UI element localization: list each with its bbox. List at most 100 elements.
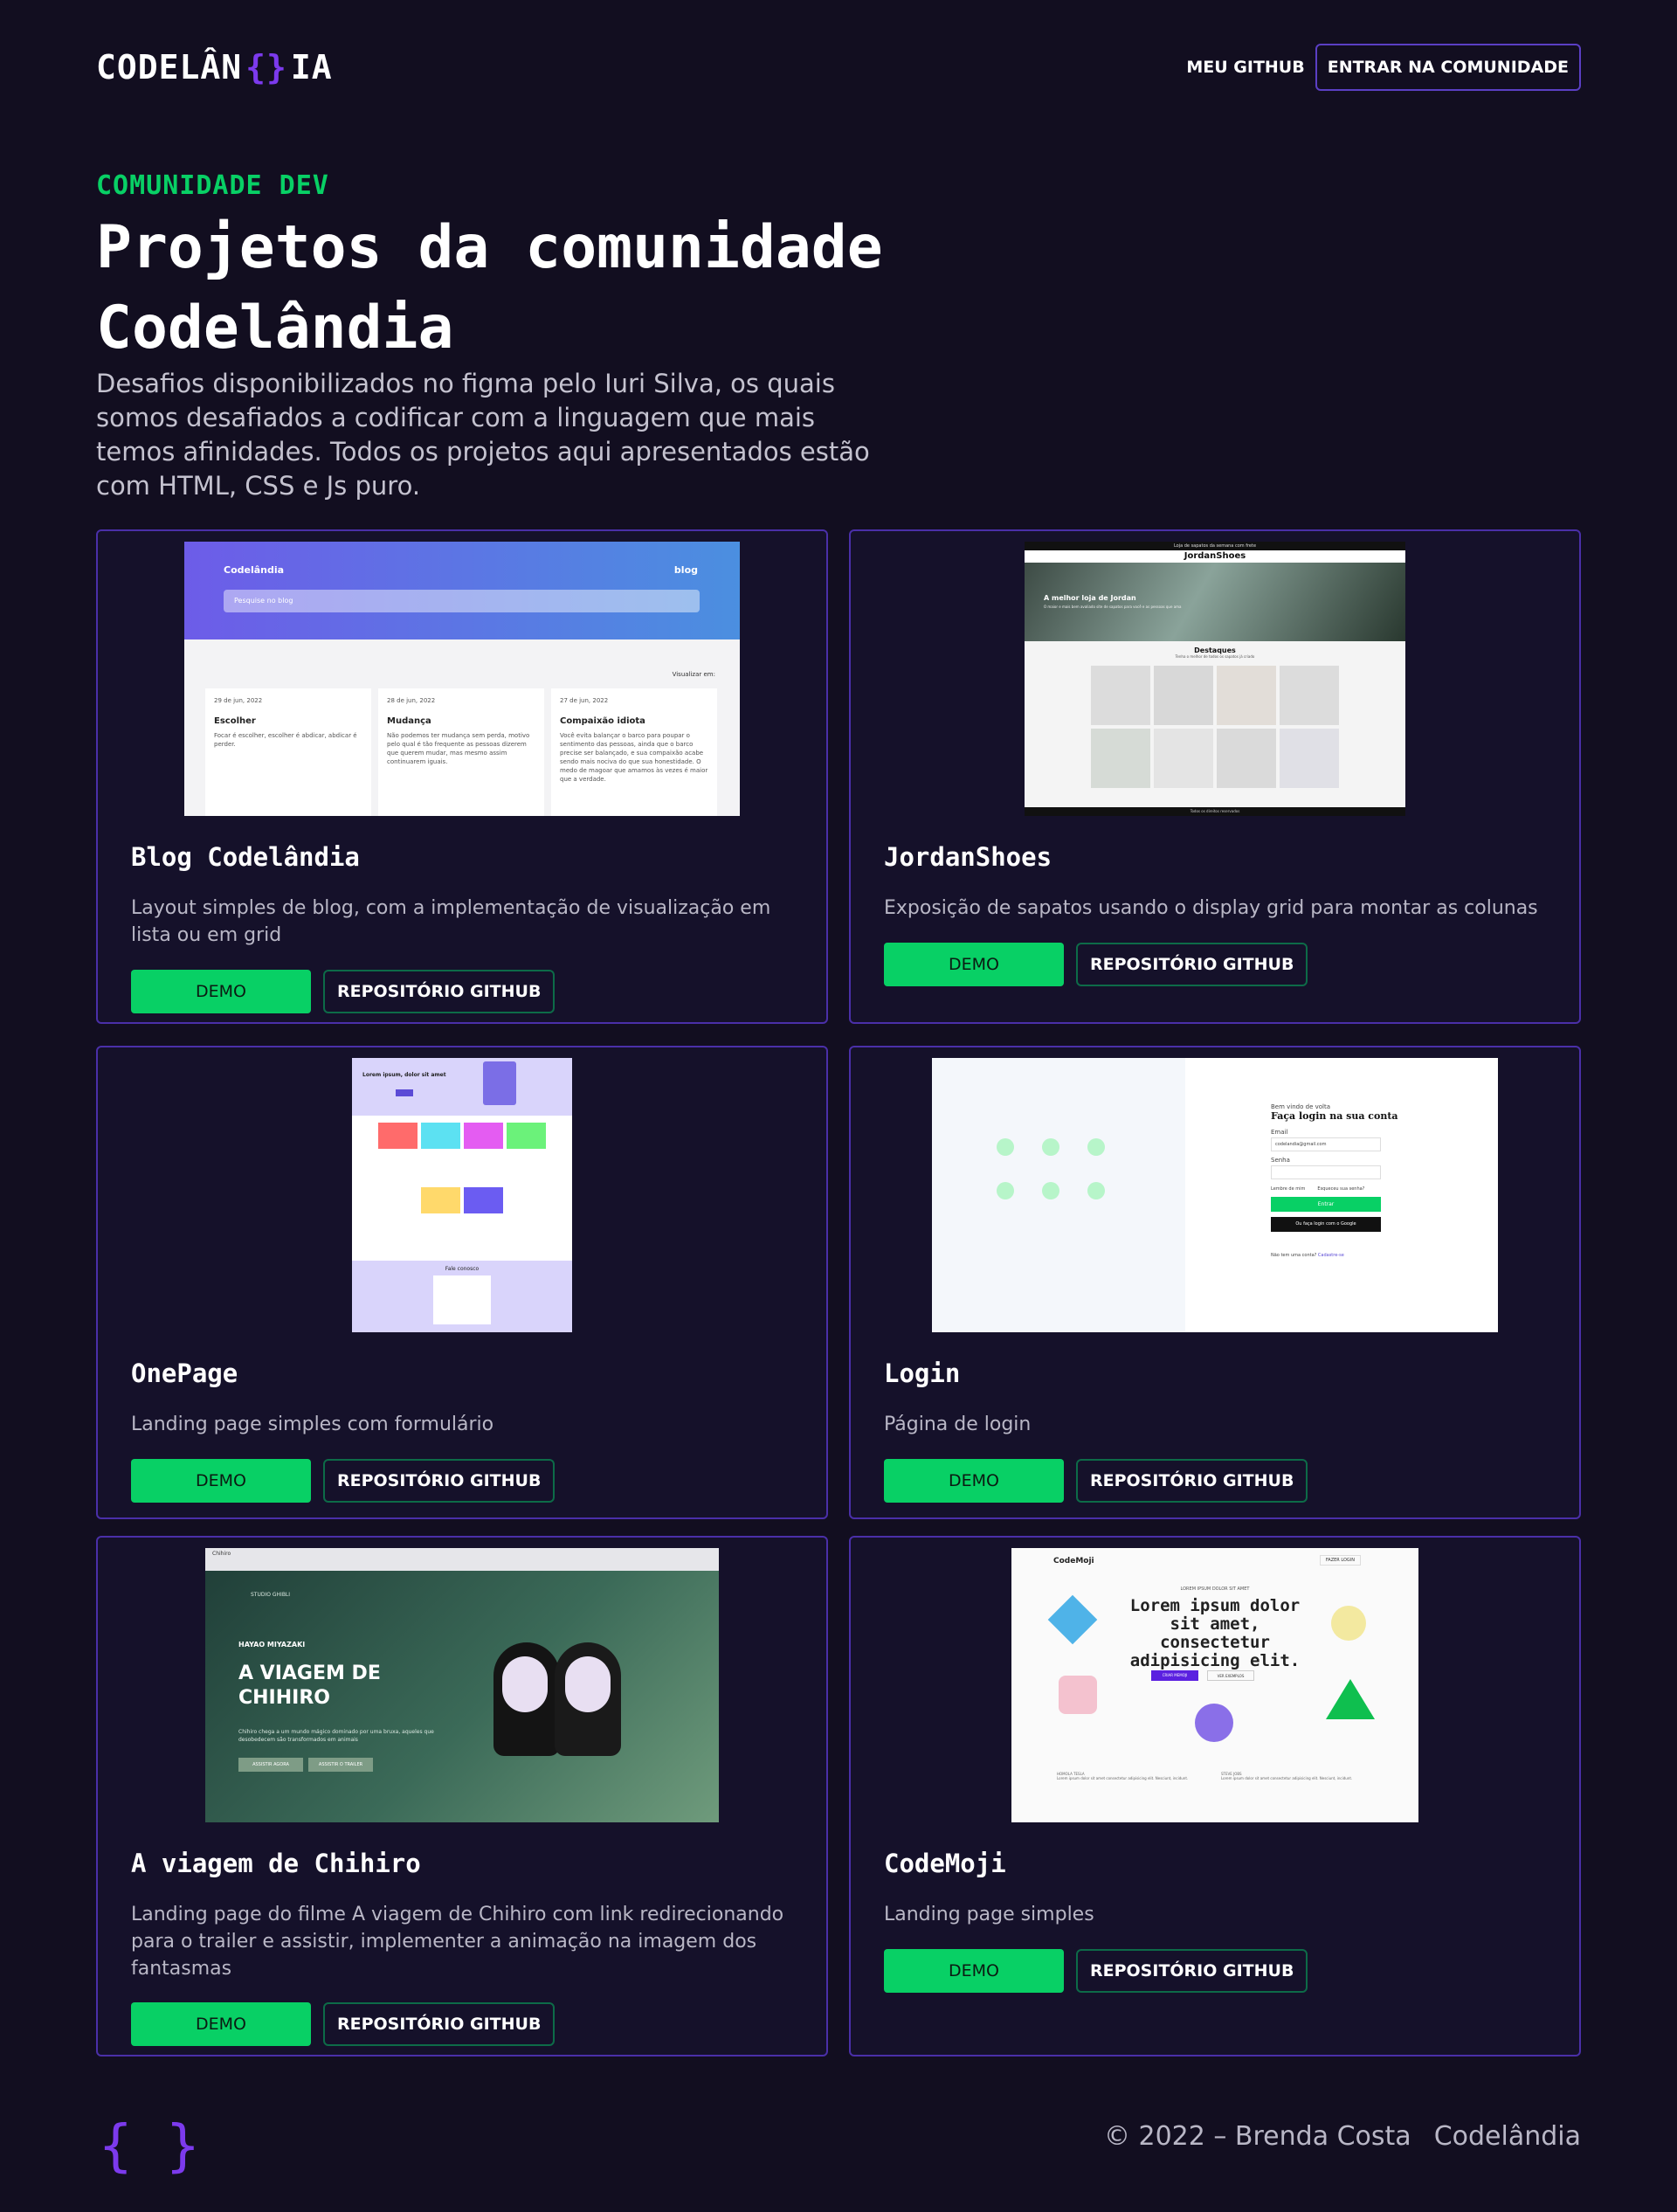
repo-button[interactable]: REPOSITÓRIO GITHUB [323, 2002, 556, 2046]
project-actions: DEMO REPOSITÓRIO GITHUB [131, 2002, 556, 2046]
project-title: CodeMoji [884, 1849, 1006, 1878]
project-thumbnail[interactable]: Codelândia blog Pesquise no blog Visuali… [98, 542, 826, 816]
chihiro-trailer-button: ASSISTIR O TRAILER [308, 1758, 373, 1772]
project-description: Landing page simples com formulário [131, 1414, 494, 1435]
shoe-tile [1154, 666, 1213, 725]
project-description: Landing page do filme A viagem de Chihir… [131, 1904, 784, 1980]
project-description: Página de login [884, 1414, 1032, 1435]
demo-button[interactable]: DEMO [131, 970, 311, 1013]
project-card-login: Bem vindo de volta Faça login na sua con… [849, 1046, 1581, 1519]
color-card [421, 1187, 460, 1213]
project-actions: DEMO REPOSITÓRIO GITHUB [884, 1949, 1308, 1993]
onepage-form [433, 1275, 491, 1324]
login-email-label: Email [1271, 1129, 1288, 1136]
avatar [997, 1182, 1014, 1199]
codemoji-brand: CodeMoji [1053, 1557, 1094, 1566]
main-nav: MEU GITHUB ENTRAR NA COMUNIDADE [1186, 44, 1581, 91]
codemoji-create-button: CRIAR MEMOJI [1151, 1670, 1198, 1681]
testimonial-quote: Lorem ipsum dolor sit amet consectetur a… [1221, 1776, 1353, 1780]
login-illustration-panel [932, 1058, 1185, 1332]
project-title: OnePage [131, 1358, 238, 1388]
repo-button[interactable]: REPOSITÓRIO GITHUB [323, 1459, 556, 1503]
avatar-grid [997, 1138, 1105, 1199]
project-title: Login [884, 1358, 961, 1388]
avatar [1042, 1138, 1059, 1156]
demo-button[interactable]: DEMO [884, 1949, 1064, 1993]
jordan-section-sub: Tenha o melhor de todos os sapatos já cr… [1175, 654, 1255, 659]
post-title: Mudança [387, 716, 431, 726]
footer-text: © 2022 – Brenda Costa Codelândia [1104, 2121, 1581, 2152]
project-thumbnail[interactable]: Bem vindo de volta Faça login na sua con… [851, 1058, 1579, 1332]
repo-button[interactable]: REPOSITÓRIO GITHUB [1076, 1949, 1308, 1993]
site-logo[interactable]: CODELÂN{} IA [96, 48, 333, 86]
repo-button[interactable]: REPOSITÓRIO GITHUB [323, 970, 556, 1013]
codemoji-buttons: CRIAR MEMOJI VER EXEMPLOS [1151, 1670, 1254, 1681]
onepage-color-cards-row2 [352, 1187, 572, 1213]
color-card [421, 1123, 460, 1149]
demo-button[interactable]: DEMO [884, 943, 1064, 986]
chihiro-buttons: ASSISTIR AGORA ASSISTIR O TRAILER [238, 1758, 373, 1772]
project-card-chihiro: Chihiro STUDIO GHIBLI HAYAO MIYAZAKI A V… [96, 1536, 828, 2056]
project-thumbnail[interactable]: Loja de sapatos da semana com frete Jord… [851, 542, 1579, 816]
project-card-onepage: Lorem ipsum, dolor sit amet Fale conosco [96, 1046, 828, 1519]
browser-chrome: Chihiro [205, 1548, 719, 1571]
login-form-panel: Bem vindo de volta Faça login na sua con… [1185, 1058, 1498, 1332]
chihiro-director: HAYAO MIYAZAKI [238, 1641, 306, 1649]
demo-button[interactable]: DEMO [131, 1459, 311, 1503]
jordan-shoe-grid [1025, 666, 1405, 788]
hero-eyebrow: COMUNIDADE DEV [96, 170, 329, 201]
shoe-tile [1217, 666, 1276, 725]
post-title: Compaixão idiota [560, 716, 645, 726]
logo-brace-icon: {} [245, 48, 287, 86]
jordan-footer: Todos os direitos reservados [1025, 807, 1405, 816]
footer-copyright: © 2022 – Brenda Costa [1103, 2121, 1411, 2152]
color-card [464, 1123, 503, 1149]
emoji-avatar-triangle [1326, 1679, 1375, 1719]
color-card [507, 1123, 546, 1149]
page-subtitle: Desafios disponibilizados no figma pelo … [96, 369, 870, 501]
join-community-button[interactable]: ENTRAR NA COMUNIDADE [1315, 44, 1581, 91]
jordan-section-title: Destaques [1194, 646, 1236, 654]
onepage-form-title: Fale conosco [445, 1266, 480, 1272]
emoji-avatar [1195, 1704, 1233, 1742]
footer-brand: Codelândia [1433, 2121, 1581, 2152]
project-thumbnail[interactable]: Lorem ipsum, dolor sit amet Fale conosco [98, 1058, 826, 1332]
project-thumbnail[interactable]: Chihiro STUDIO GHIBLI HAYAO MIYAZAKI A V… [98, 1548, 826, 1822]
repo-button[interactable]: REPOSITÓRIO GITHUB [1076, 943, 1308, 986]
shoe-tile [1091, 729, 1150, 788]
codemoji-examples-button: VER EXEMPLOS [1207, 1670, 1254, 1681]
login-password-label: Senha [1271, 1157, 1290, 1164]
chihiro-heading: A VIAGEM DE CHIHIRO [238, 1662, 381, 1709]
post-date: 29 de jun, 2022 [214, 697, 263, 704]
onepage-hero-title: Lorem ipsum, dolor sit amet [362, 1072, 446, 1078]
jordan-topbar: Loja de sapatos da semana com frete [1025, 542, 1405, 550]
login-forgot: Esqueceu sua senha? [1317, 1186, 1365, 1192]
post-date: 27 de jun, 2022 [560, 697, 609, 704]
jordan-hero-sub: O maior e mais bem avaliado site de sapa… [1044, 605, 1182, 609]
blog-search-field: Pesquise no blog [224, 590, 700, 612]
project-description: Landing page simples [884, 1904, 1094, 1925]
project-card-blog: Codelândia blog Pesquise no blog Visuali… [96, 529, 828, 1024]
blog-post-card: 27 de jun, 2022 Compaixão idiota Você ev… [551, 688, 717, 816]
login-password-input [1271, 1165, 1381, 1179]
project-actions: DEMO REPOSITÓRIO GITHUB [884, 943, 1308, 986]
color-card [378, 1123, 418, 1149]
chihiro-studio: STUDIO GHIBLI [251, 1592, 291, 1598]
site-header: CODELÂN{} IA MEU GITHUB ENTRAR NA COMUNID… [96, 44, 1581, 91]
blog-nav: blog [673, 564, 698, 576]
demo-button[interactable]: DEMO [131, 2002, 311, 2046]
emoji-avatar [1059, 1676, 1097, 1714]
repo-button[interactable]: REPOSITÓRIO GITHUB [1076, 1459, 1308, 1503]
post-text: Não podemos ter mudança sem perda, motiv… [387, 732, 530, 765]
project-title: A viagem de Chihiro [131, 1849, 421, 1878]
project-thumbnail[interactable]: CodeMoji FAZER LOGIN LOREM IPSUM DOLOR S… [851, 1548, 1579, 1822]
gift-icon [483, 1061, 516, 1105]
project-title: JordanShoes [884, 842, 1052, 872]
demo-button[interactable]: DEMO [884, 1459, 1064, 1503]
testimonial-quote: Lorem ipsum dolor sit amet consectetur a… [1057, 1776, 1189, 1780]
codemoji-testimonial: STEVE JOBS Lorem ipsum dolor sit amet con… [1221, 1772, 1373, 1780]
nav-github-link[interactable]: MEU GITHUB [1186, 58, 1304, 77]
login-signup-link: Cadastre-se [1317, 1253, 1344, 1258]
emoji-avatar-diamond [1047, 1594, 1098, 1645]
login-enter-button: Entrar [1271, 1197, 1381, 1212]
